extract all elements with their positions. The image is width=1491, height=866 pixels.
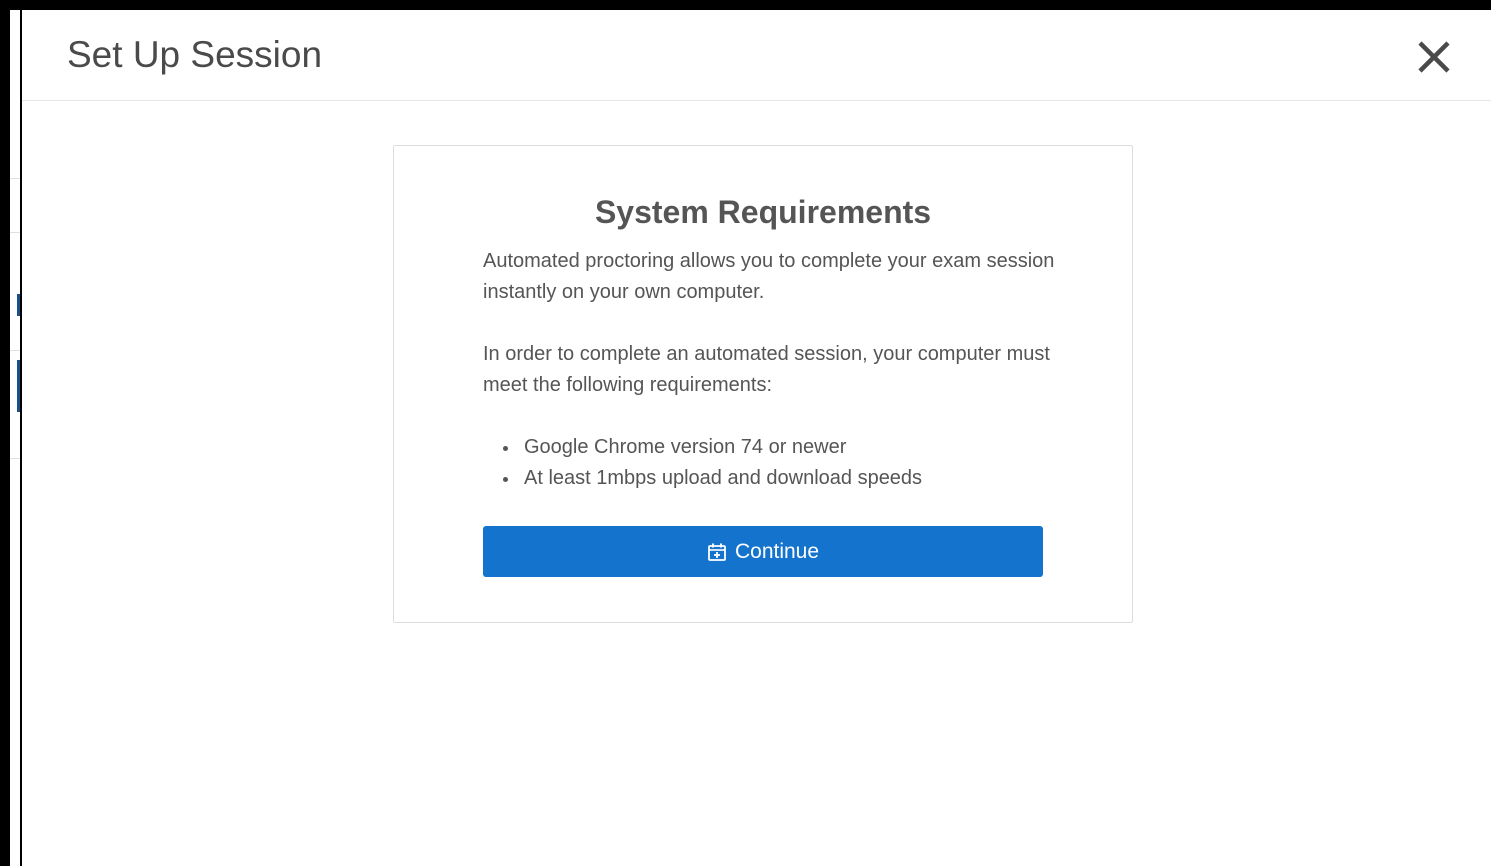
- calendar-plus-icon: [707, 542, 727, 562]
- close-button[interactable]: [1412, 35, 1456, 79]
- screen-frame: Set Up Session System Requirements Autom…: [0, 0, 1491, 866]
- system-requirements-card: System Requirements Automated proctoring…: [393, 145, 1133, 623]
- continue-button[interactable]: Continue: [483, 526, 1043, 577]
- modal-title: Set Up Session: [67, 34, 323, 75]
- intro-paragraph: Automated proctoring allows you to compl…: [483, 250, 1055, 303]
- card-title: System Requirements: [594, 194, 932, 230]
- background-nav-marker-active: [17, 360, 20, 412]
- requirement-item: Google Chrome version 74 or newer: [502, 432, 1063, 463]
- requirements-paragraph: In order to complete an automated sessio…: [483, 343, 1050, 396]
- set-up-session-modal: Set Up Session System Requirements Autom…: [22, 10, 1491, 866]
- card-body: Automated proctoring allows you to compl…: [483, 246, 1063, 494]
- requirement-item: At least 1mbps upload and download speed…: [502, 463, 1063, 494]
- modal-header: Set Up Session: [22, 10, 1491, 101]
- background-nav-marker: [17, 294, 20, 316]
- close-icon: [1418, 41, 1450, 73]
- continue-button-label: Continue: [734, 539, 820, 563]
- background-page-edge: [10, 10, 20, 866]
- requirements-list: Google Chrome version 74 or newer At lea…: [483, 432, 1063, 494]
